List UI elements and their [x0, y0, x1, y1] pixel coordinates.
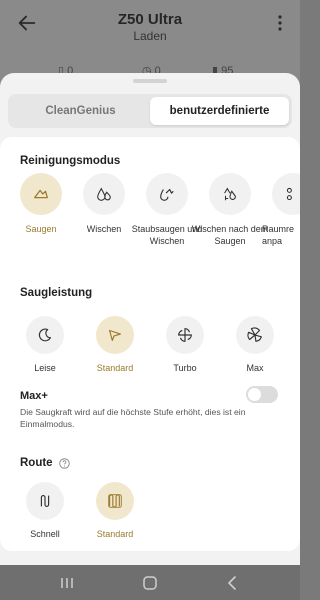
cleaning-mode-card: Reinigungsmodus Saugen Wischen Staubsaug… [0, 137, 300, 291]
vacuum-mop-icon [160, 188, 174, 201]
suction-label-max: Max [246, 363, 264, 373]
toggle-knob [248, 388, 261, 401]
maxplus-description: Die Saugkraft wird auf die höchste Stufe… [20, 407, 246, 429]
cleaning-mode-title: Reinigungsmodus [20, 155, 121, 167]
sheet-grabber[interactable] [133, 79, 167, 83]
route-title: Route [20, 457, 53, 469]
standard-route-icon [108, 494, 122, 508]
route-label-fast: Schnell [30, 529, 60, 539]
mode-label-room-custom: Raumre anpa [262, 224, 295, 246]
vacuum-icon [34, 189, 48, 199]
suction-title: Saugleistung [20, 287, 93, 299]
maxplus-title: Max+ [20, 390, 48, 402]
mop-drop-icon [97, 187, 111, 201]
suction-label-turbo: Turbo [173, 363, 197, 373]
suction-option-quiet[interactable] [26, 316, 64, 354]
route-heading: Route [20, 457, 70, 469]
mode-tabs: CleanGenius benutzerdefinierte [8, 94, 292, 128]
mode-label-mop-after-vacuum: Wischen nach dem Saugen [191, 224, 269, 246]
suction-option-turbo[interactable] [166, 316, 204, 354]
mode-option-mop[interactable] [83, 173, 125, 215]
room-custom-icon [286, 187, 292, 201]
tab-custom[interactable]: benutzerdefinierte [150, 97, 289, 125]
tab-cleangenius[interactable]: CleanGenius [11, 97, 150, 125]
home-icon[interactable] [141, 574, 159, 592]
route-label-standard: Standard [96, 529, 134, 539]
device-status: Laden [133, 29, 167, 43]
suction-route-card: Saugleistung Leise Standard Turbo Max Ma… [0, 269, 300, 551]
mode-option-room-custom[interactable] [272, 173, 300, 215]
suction-label-standard: Standard [96, 363, 134, 373]
top-bar: Z50 Ultra Laden [0, 0, 300, 60]
maxplus-toggle[interactable] [246, 386, 278, 403]
route-option-standard[interactable] [96, 482, 134, 520]
route-option-fast[interactable] [26, 482, 64, 520]
quiet-icon [38, 328, 51, 342]
nav-back-icon[interactable] [224, 574, 242, 592]
recent-apps-icon[interactable] [58, 574, 76, 592]
standard-icon [109, 329, 121, 341]
help-icon[interactable] [58, 457, 70, 469]
suction-label-quiet: Leise [34, 363, 56, 373]
suction-option-max[interactable] [236, 316, 274, 354]
suction-option-standard[interactable] [96, 316, 134, 354]
device-title: Z50 Ultra [117, 11, 183, 28]
fast-route-icon [40, 495, 50, 507]
mode-option-vacuum-mop[interactable] [146, 173, 188, 215]
settings-sheet: CleanGenius benutzerdefinierte Reinigung… [0, 73, 300, 565]
system-nav-bar [0, 565, 300, 600]
mode-option-vacuum[interactable] [20, 173, 62, 215]
turbo-icon [178, 328, 192, 342]
max-icon [247, 327, 262, 342]
more-options-icon[interactable] [278, 15, 282, 31]
mop-after-vacuum-icon [224, 187, 236, 201]
mode-option-mop-after-vacuum[interactable] [209, 173, 251, 215]
